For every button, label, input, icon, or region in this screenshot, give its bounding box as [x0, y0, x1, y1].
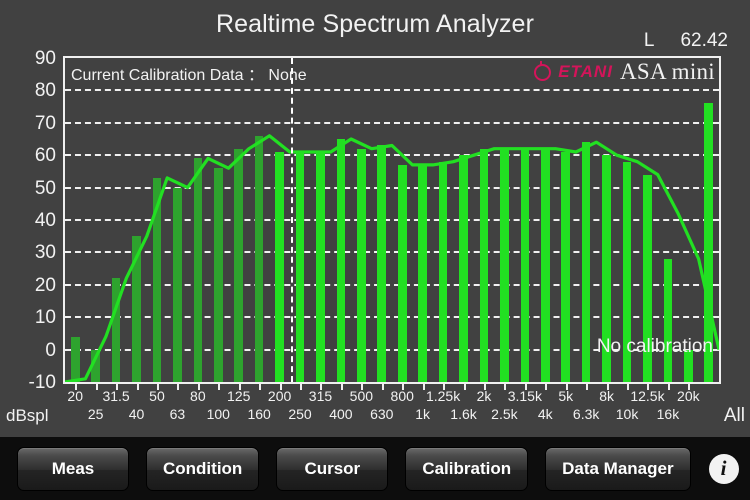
x-tick-label: 10k: [615, 406, 639, 422]
x-tick-label: 315: [308, 388, 333, 404]
x-tick-label: 20k: [677, 388, 700, 404]
x-tick-label: 63: [169, 406, 186, 422]
channel-label: L: [643, 30, 655, 51]
x-tick-label: 20: [67, 388, 84, 404]
x-tick-mark: [422, 384, 425, 390]
x-tick-mark: [95, 384, 98, 390]
spectrum-chart[interactable]: Current Calibration Data ： None No calib…: [63, 56, 721, 384]
y-tick-label: 60: [34, 145, 56, 167]
x-tick-mark: [238, 384, 241, 390]
etani-wordmark: ETANI: [558, 62, 613, 81]
x-tick-mark: [279, 384, 282, 390]
x-tick-mark: [381, 384, 384, 390]
x-tick-mark: [340, 384, 343, 390]
x-tick-label: 1.25k: [425, 388, 461, 404]
x-tick-mark: [545, 384, 548, 390]
x-tick-label: 800: [390, 388, 414, 404]
x-tick-label: 40: [128, 406, 145, 422]
y-tick-label: 80: [34, 80, 56, 102]
y-unit-label: dBspl: [6, 406, 49, 425]
x-tick-mark: [259, 384, 262, 390]
y-tick-label: 70: [34, 112, 56, 134]
page-title: Realtime Spectrum Analyzer: [215, 10, 534, 38]
x-tick-label: 630: [370, 406, 394, 422]
x-tick-label: 500: [349, 388, 374, 404]
x-tick-mark: [627, 384, 630, 390]
brand-logo: ETANI ASA mini: [534, 59, 715, 85]
condition-button[interactable]: Condition: [146, 446, 260, 491]
no-calibration-label: No calibration: [596, 336, 713, 357]
calibration-button[interactable]: Calibration: [405, 446, 529, 491]
x-tick-label: 160: [247, 406, 271, 422]
x-tick-mark: [402, 384, 405, 390]
x-tick-label: 1k: [415, 406, 431, 422]
level-value: 62.42: [680, 30, 728, 51]
data-manager-button[interactable]: Data Manager: [545, 446, 691, 491]
x-axis-labels: dBspl All 20 25 31.5 40 50 63 80 100 125 160 200 25…: [0, 384, 750, 430]
x-tick-label: 12.5k: [630, 388, 665, 404]
x-tick-mark: [361, 384, 364, 390]
meas-button[interactable]: Meas: [17, 446, 129, 491]
x-tick-mark: [504, 384, 507, 390]
x-tick-mark: [606, 384, 609, 390]
x-tick-mark: [688, 384, 691, 390]
x-tick-mark: [136, 384, 139, 390]
etani-ring-icon: [534, 60, 552, 81]
y-tick-label: 20: [34, 274, 56, 296]
x-tick-label: 1.6k: [450, 406, 477, 422]
x-tick-mark: [524, 384, 527, 390]
cursor-line[interactable]: [290, 58, 293, 382]
x-tick-label: 8k: [599, 388, 614, 404]
x-tick-mark: [116, 384, 119, 390]
x-tick-mark: [483, 384, 486, 390]
x-tick-label: 6.3k: [572, 406, 600, 422]
x-tick-label: 3.15k: [507, 388, 542, 404]
x-tick-label: 2.5k: [491, 406, 518, 422]
x-tick-label: 2k: [476, 388, 492, 404]
x-tick-mark: [647, 384, 650, 390]
y-tick-label: 0: [45, 339, 56, 361]
x-tick-label: 400: [329, 406, 353, 422]
cursor-button[interactable]: Cursor: [276, 446, 389, 491]
x-tick-label: 4k: [537, 406, 553, 422]
x-tick-mark: [463, 384, 466, 390]
all-band-label: All: [723, 405, 745, 426]
x-tick-mark: [586, 384, 589, 390]
x-tick-label: 16k: [656, 406, 680, 422]
x-tick-label: 250: [288, 406, 312, 422]
bottom-toolbar: Meas Condition Cursor Calibration Data M…: [0, 437, 750, 500]
x-tick-label: 5k: [558, 388, 574, 404]
x-tick-label: 25: [87, 406, 104, 422]
x-tick-mark: [197, 384, 200, 390]
calibration-data-label: Current Calibration Data ： None: [71, 67, 307, 84]
y-tick-label: 50: [34, 177, 56, 199]
level-readout: L 62.42: [644, 30, 728, 52]
x-tick-mark: [320, 384, 323, 390]
info-icon[interactable]: i: [708, 453, 739, 484]
line-overlay: [65, 134, 719, 382]
y-tick-label: 30: [34, 242, 56, 264]
y-tick-label: 40: [34, 210, 56, 231]
x-tick-label: 125: [227, 388, 251, 404]
x-tick-mark: [218, 384, 221, 390]
x-tick-mark: [667, 384, 670, 390]
product-name: ASA mini: [619, 59, 715, 84]
x-tick-mark: [156, 384, 159, 390]
x-tick-mark: [443, 384, 446, 390]
x-tick-label: 80: [190, 388, 206, 404]
y-tick-label: 90: [34, 48, 56, 69]
x-tick-mark: [300, 384, 303, 390]
x-tick-label: 50: [149, 388, 165, 404]
x-tick-mark: [177, 384, 180, 390]
x-tick-label: 31.5: [102, 388, 130, 404]
x-tick-label: 200: [267, 388, 292, 404]
x-tick-label: 100: [206, 406, 230, 422]
x-tick-mark: [75, 384, 78, 390]
x-tick-mark: [565, 384, 568, 390]
y-tick-label: 10: [34, 307, 56, 329]
